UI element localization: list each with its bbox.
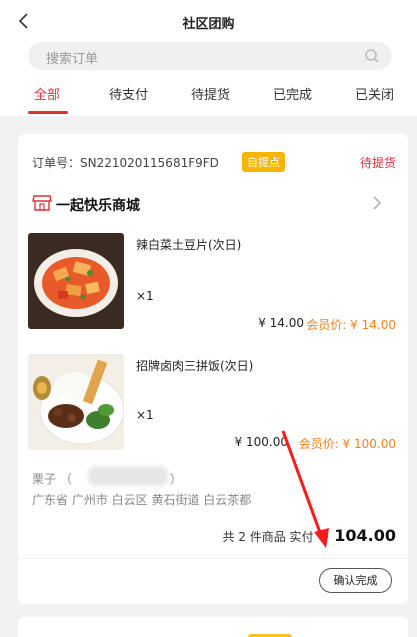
chevron-right-icon[interactable]	[372, 195, 382, 211]
item-member-price: 会员价: ¥ 14.00	[306, 318, 396, 332]
pickup-badge: 自提点	[242, 152, 285, 172]
total-amount: ¥ 104.00	[317, 526, 396, 545]
product-image-cabbage-potato[interactable]	[28, 233, 124, 329]
order-status: 待提货	[359, 156, 396, 170]
search-placeholder: 搜索订单	[46, 52, 99, 67]
order-card[interactable]: 订单号：SN221020115681F9FD 自提点 待提货 一起快乐商城 辣白…	[18, 134, 408, 604]
item-member-price: 会员价: ¥ 100.00	[298, 437, 396, 451]
redacted-phone	[88, 466, 168, 486]
order-card[interactable]	[18, 617, 408, 637]
store-icon	[32, 195, 52, 211]
item-quantity: ×1	[136, 289, 154, 303]
item-quantity: ×1	[136, 408, 154, 422]
recipient-name: 栗子 （	[32, 472, 72, 486]
search-bar-container: 搜索订单	[0, 42, 417, 70]
pickup-address: 广东省 广州市 白云区 黄石街道 白云茶都	[32, 493, 252, 507]
tab-closed[interactable]: 已关闭	[355, 84, 394, 103]
order-total: 共 2 件商品 实付 ¥ 104.00	[222, 526, 396, 545]
product-image-braised-pork-rice[interactable]	[28, 354, 124, 450]
active-tab-indicator	[28, 111, 68, 114]
search-icon[interactable]	[364, 48, 380, 64]
divider	[18, 558, 408, 559]
confirm-complete-button[interactable]: 确认完成	[319, 568, 392, 593]
item-price: ¥ 100.00	[234, 435, 288, 449]
top-bar: 社区团购	[0, 0, 417, 42]
item-name[interactable]: 招牌卤肉三拼饭(次日)	[136, 357, 253, 374]
search-input[interactable]: 搜索订单	[28, 42, 392, 70]
tab-pending-pickup[interactable]: 待提货	[191, 84, 230, 103]
tab-all[interactable]: 全部	[34, 84, 60, 103]
order-tabs: 全部 待支付 待提货 已完成 已关闭	[0, 70, 417, 116]
item-price: ¥ 14.00	[258, 316, 304, 330]
tab-pending-payment[interactable]: 待支付	[109, 84, 148, 103]
store-name[interactable]: 一起快乐商城	[56, 195, 140, 215]
page-title: 社区团购	[182, 17, 235, 32]
tab-completed[interactable]: 已完成	[273, 84, 312, 103]
item-name[interactable]: 辣白菜土豆片(次日)	[136, 236, 241, 253]
total-summary-label: 共 2 件商品 实付	[222, 530, 314, 544]
recipient-phone-suffix: ）	[170, 472, 183, 486]
order-number: 订单号：SN221020115681F9FD	[32, 156, 219, 170]
